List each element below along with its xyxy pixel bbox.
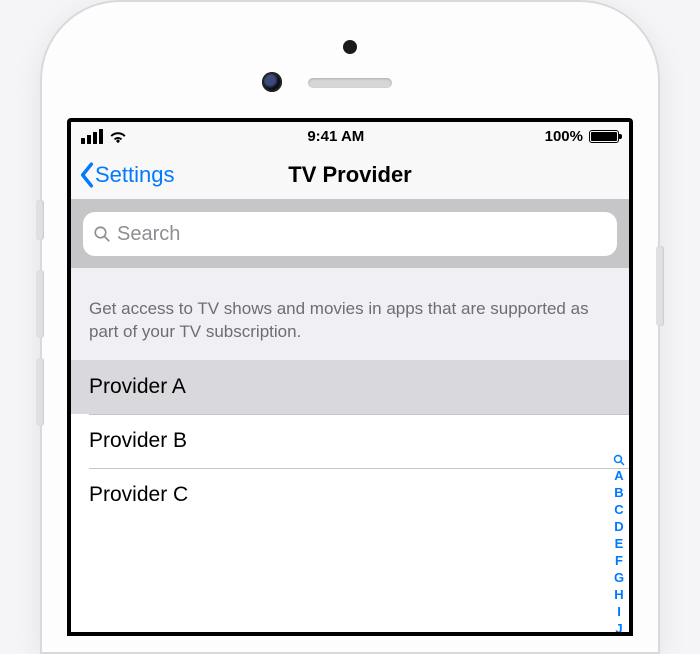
index-letter[interactable]: D bbox=[614, 519, 623, 534]
mute-switch bbox=[36, 200, 44, 240]
battery-percent: 100% bbox=[545, 128, 583, 145]
provider-label: Provider A bbox=[89, 375, 186, 399]
volume-up-button bbox=[36, 270, 44, 338]
index-letter[interactable]: F bbox=[615, 553, 623, 568]
provider-list: Provider A Provider B Provider C bbox=[71, 360, 629, 522]
earpiece-speaker bbox=[308, 78, 392, 88]
list-item[interactable]: Provider C bbox=[71, 468, 629, 522]
list-item[interactable]: Provider A bbox=[71, 360, 629, 414]
index-letter[interactable]: E bbox=[615, 536, 624, 551]
chevron-left-icon bbox=[79, 162, 95, 188]
index-letter[interactable]: G bbox=[614, 570, 624, 585]
search-icon bbox=[613, 454, 625, 466]
volume-down-button bbox=[36, 358, 44, 426]
cell-signal-icon bbox=[81, 129, 103, 144]
search-bar bbox=[71, 200, 629, 268]
nav-bar: Settings TV Provider bbox=[71, 150, 629, 200]
index-letter[interactable]: I bbox=[617, 604, 621, 619]
provider-label: Provider B bbox=[89, 429, 187, 453]
alpha-index[interactable]: A B C D E F G H I J bbox=[613, 454, 625, 632]
proximity-sensor bbox=[343, 40, 357, 54]
search-field[interactable] bbox=[83, 212, 617, 256]
search-icon bbox=[93, 225, 111, 243]
front-camera bbox=[262, 72, 282, 92]
section-description: Get access to TV shows and movies in app… bbox=[71, 268, 629, 360]
list-item[interactable]: Provider B bbox=[71, 414, 629, 468]
index-letter[interactable]: C bbox=[614, 502, 623, 517]
search-input[interactable] bbox=[117, 223, 607, 246]
page-title: TV Provider bbox=[288, 162, 411, 188]
status-bar: 9:41 AM 100% bbox=[71, 122, 629, 150]
back-button[interactable]: Settings bbox=[79, 162, 175, 188]
index-letter[interactable]: A bbox=[614, 468, 623, 483]
back-label: Settings bbox=[95, 162, 175, 188]
wifi-icon bbox=[109, 129, 127, 143]
status-time: 9:41 AM bbox=[307, 128, 364, 145]
index-letter[interactable]: B bbox=[614, 485, 623, 500]
index-letter[interactable]: J bbox=[615, 621, 622, 632]
battery-icon bbox=[589, 130, 619, 143]
power-button bbox=[656, 246, 664, 326]
index-letter[interactable]: H bbox=[614, 587, 623, 602]
provider-label: Provider C bbox=[89, 483, 188, 507]
